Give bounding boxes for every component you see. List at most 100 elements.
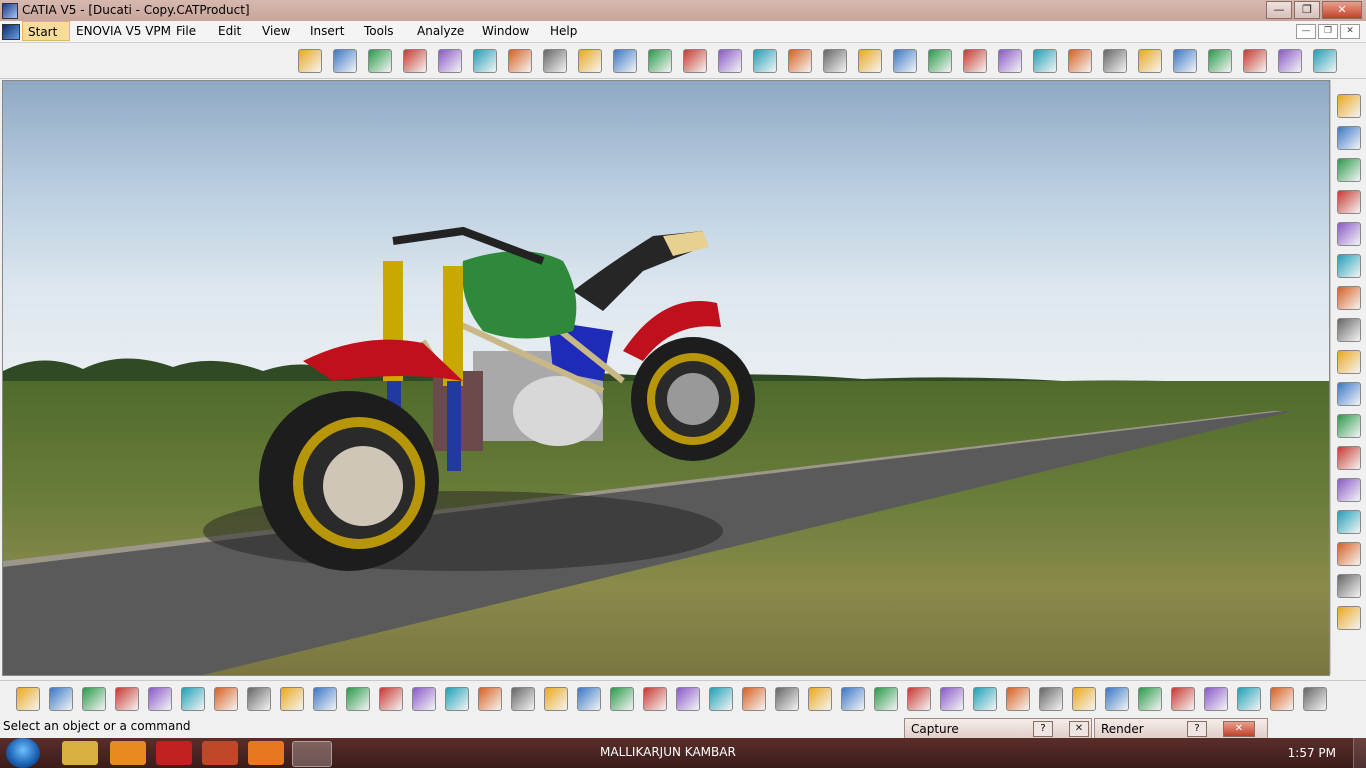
- page-icon[interactable]: [1337, 158, 1361, 182]
- open-icon[interactable]: [49, 687, 73, 711]
- menu-file[interactable]: File: [176, 24, 196, 38]
- show-desktop-button[interactable]: [1353, 738, 1366, 768]
- render-icon[interactable]: [874, 687, 898, 711]
- capture-icon[interactable]: [1105, 687, 1129, 711]
- coincidence-icon[interactable]: [1103, 49, 1127, 73]
- catalog2-icon[interactable]: [1208, 49, 1232, 73]
- part-icon[interactable]: [473, 49, 497, 73]
- anchor-icon[interactable]: [1337, 446, 1361, 470]
- catia-icon[interactable]: [292, 741, 332, 767]
- section-icon[interactable]: [893, 49, 917, 73]
- snap-icon[interactable]: [613, 49, 637, 73]
- mdi-minimize-button[interactable]: —: [1296, 24, 1316, 39]
- light-icon[interactable]: [412, 687, 436, 711]
- explode-icon[interactable]: [648, 49, 672, 73]
- menu-help[interactable]: Help: [550, 24, 577, 38]
- minimize-button[interactable]: —: [1266, 1, 1292, 19]
- formula-icon[interactable]: [346, 687, 370, 711]
- lock-icon[interactable]: [511, 687, 535, 711]
- constraint-icon[interactable]: [928, 49, 952, 73]
- sphere-icon[interactable]: [333, 49, 357, 73]
- page-icon[interactable]: [1337, 222, 1361, 246]
- annotation-icon[interactable]: [788, 49, 812, 73]
- angle-icon[interactable]: [1068, 49, 1092, 73]
- measure-icon[interactable]: [753, 49, 777, 73]
- catia-logo-icon[interactable]: [2, 24, 20, 40]
- grid-icon[interactable]: [445, 687, 469, 711]
- menu-insert[interactable]: Insert: [310, 24, 344, 38]
- tools-icon[interactable]: [368, 49, 392, 73]
- explorer-icon[interactable]: [62, 741, 98, 765]
- refresh-icon[interactable]: [578, 49, 602, 73]
- menu-tools[interactable]: Tools: [364, 24, 394, 38]
- menu-analyze[interactable]: Analyze: [417, 24, 464, 38]
- maximize-button[interactable]: ❐: [1294, 1, 1320, 19]
- pdf-icon[interactable]: [156, 741, 192, 765]
- zoom-in-icon[interactable]: [709, 687, 733, 711]
- page-icon[interactable]: [1337, 126, 1361, 150]
- reorder-icon[interactable]: [1243, 49, 1267, 73]
- plane-icon[interactable]: [1337, 414, 1361, 438]
- cut-icon[interactable]: [148, 687, 172, 711]
- windows-start-icon[interactable]: [6, 738, 40, 768]
- catia-app-icon[interactable]: [2, 3, 18, 19]
- menu-window[interactable]: Window: [482, 24, 529, 38]
- capture-close-button[interactable]: ✕: [1069, 721, 1089, 737]
- media-icon[interactable]: [110, 741, 146, 765]
- cursor-icon[interactable]: [1337, 254, 1361, 278]
- menu-view[interactable]: View: [262, 24, 290, 38]
- view-icon[interactable]: [858, 49, 882, 73]
- publish-icon[interactable]: [1313, 49, 1337, 73]
- multi-icon[interactable]: [1278, 49, 1302, 73]
- measure-icon[interactable]: [1006, 687, 1030, 711]
- product-icon[interactable]: [403, 49, 427, 73]
- mdi-close-button[interactable]: ✕: [1340, 24, 1360, 39]
- menu-edit[interactable]: Edit: [218, 24, 241, 38]
- stop-icon[interactable]: [683, 49, 707, 73]
- capture-help-button[interactable]: ?: [1033, 721, 1053, 737]
- catalog-icon[interactable]: [298, 49, 322, 73]
- paste-icon[interactable]: [214, 687, 238, 711]
- eraser-icon[interactable]: [1237, 687, 1261, 711]
- chain-icon[interactable]: [1337, 542, 1361, 566]
- mdi-restore-button[interactable]: ❐: [1318, 24, 1338, 39]
- undo-icon[interactable]: [247, 687, 271, 711]
- bring-icon[interactable]: [508, 49, 532, 73]
- flag-icon[interactable]: [823, 49, 847, 73]
- bottle-icon[interactable]: [1204, 687, 1228, 711]
- taskbar-clock[interactable]: 1:57 PM: [1288, 746, 1336, 760]
- word-icon[interactable]: [202, 741, 238, 765]
- robot-icon[interactable]: [1171, 687, 1195, 711]
- snap-icon[interactable]: [1039, 687, 1063, 711]
- rotate-icon[interactable]: [676, 687, 700, 711]
- fit-icon[interactable]: [610, 687, 634, 711]
- chat-icon[interactable]: [379, 687, 403, 711]
- settings-icon[interactable]: [1337, 606, 1361, 630]
- shading-icon[interactable]: [907, 687, 931, 711]
- clash-icon[interactable]: [718, 49, 742, 73]
- component-icon[interactable]: [438, 49, 462, 73]
- cursor2-icon[interactable]: [1337, 286, 1361, 310]
- gear-icon[interactable]: [1337, 94, 1361, 118]
- tree-icon[interactable]: [478, 687, 502, 711]
- fly-icon[interactable]: [577, 687, 601, 711]
- zoom-out-icon[interactable]: [742, 687, 766, 711]
- views-icon[interactable]: [841, 687, 865, 711]
- hide-icon[interactable]: [940, 687, 964, 711]
- swap-icon[interactable]: [973, 687, 997, 711]
- print-icon[interactable]: [115, 687, 139, 711]
- pan-icon[interactable]: [1337, 382, 1361, 406]
- dimension-icon[interactable]: [1138, 687, 1162, 711]
- page-icon[interactable]: [1337, 190, 1361, 214]
- menu-enovia[interactable]: ENOVIA V5 VPM: [76, 24, 171, 38]
- pan-icon[interactable]: [643, 687, 667, 711]
- group-icon[interactable]: [1337, 510, 1361, 534]
- ref-icon[interactable]: [1138, 49, 1162, 73]
- iso-view-icon[interactable]: [808, 687, 832, 711]
- 3d-viewport[interactable]: [2, 80, 1330, 676]
- swap-icon[interactable]: [1337, 574, 1361, 598]
- whats-this-icon[interactable]: [313, 687, 337, 711]
- catalog-icon[interactable]: [1303, 687, 1327, 711]
- spec-icon[interactable]: [544, 687, 568, 711]
- new-icon[interactable]: [16, 687, 40, 711]
